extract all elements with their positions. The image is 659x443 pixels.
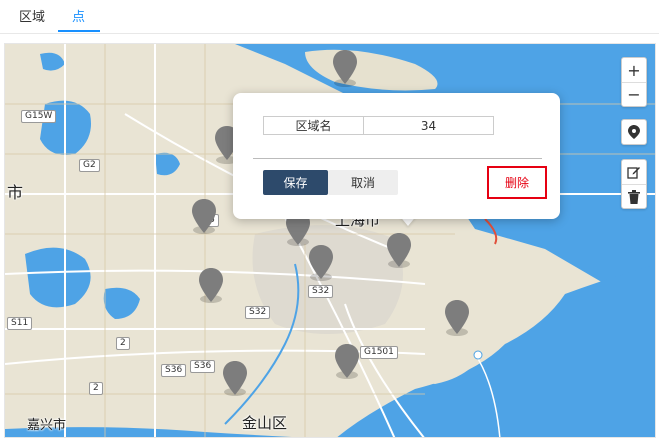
popup-divider bbox=[253, 158, 542, 159]
cancel-button[interactable]: 取消 bbox=[328, 170, 398, 195]
road-label-g15w: G15W bbox=[21, 110, 57, 123]
active-tab-indicator bbox=[58, 30, 100, 32]
road-label-s32-a: S32 bbox=[308, 285, 334, 298]
place-jinshan: 金山区 bbox=[242, 414, 288, 432]
map-pin[interactable] bbox=[223, 361, 247, 395]
road-label-2-a: 2 bbox=[116, 337, 130, 350]
draw-marker-button[interactable] bbox=[622, 120, 646, 144]
zoom-in-button[interactable]: + bbox=[622, 58, 646, 82]
delete-button[interactable]: 删除 bbox=[487, 166, 547, 199]
map-pin[interactable] bbox=[335, 344, 359, 378]
road-label-s36-b: S36 bbox=[190, 360, 216, 373]
tab-bar: 区域 点 bbox=[0, 0, 659, 34]
road-label-s36-a: S36 bbox=[161, 364, 187, 377]
edit-layers-button[interactable] bbox=[622, 160, 646, 184]
road-label-s32-b: S32 bbox=[245, 306, 271, 319]
place-jiaxing: 嘉兴市 bbox=[27, 418, 67, 433]
zoom-controls: + − bbox=[621, 57, 647, 107]
marker-control bbox=[621, 119, 647, 145]
trash-icon bbox=[628, 189, 640, 204]
table-row: 区域名 34 bbox=[263, 116, 494, 135]
tab-point[interactable]: 点 bbox=[72, 6, 85, 25]
place-city-partial: 市 bbox=[7, 183, 24, 202]
tab-region[interactable]: 区域 bbox=[19, 6, 45, 25]
feature-popup: 区域名 34 保存 取消 删除 bbox=[233, 93, 560, 219]
road-label-g2: G2 bbox=[79, 159, 100, 172]
map-marker-icon bbox=[628, 125, 640, 139]
map-pin[interactable] bbox=[387, 233, 411, 267]
map-pin[interactable] bbox=[199, 268, 223, 302]
map-pin[interactable] bbox=[445, 300, 469, 334]
zoom-out-button[interactable]: − bbox=[622, 82, 646, 106]
map-pin[interactable] bbox=[333, 50, 357, 84]
edit-controls bbox=[621, 159, 647, 209]
road-label-2-b: 2 bbox=[89, 382, 103, 395]
attribute-table: 区域名 34 bbox=[263, 116, 494, 135]
road-label-g1501: G1501 bbox=[360, 346, 398, 359]
attribute-name-cell: 区域名 bbox=[263, 116, 364, 135]
delete-layers-button[interactable] bbox=[622, 184, 646, 208]
map-pin[interactable] bbox=[192, 199, 216, 233]
save-button[interactable]: 保存 bbox=[263, 170, 328, 195]
edit-icon bbox=[627, 167, 640, 179]
attribute-value-cell[interactable]: 34 bbox=[363, 116, 494, 135]
map-pin[interactable] bbox=[309, 245, 333, 279]
road-label-s11: S11 bbox=[7, 317, 33, 330]
